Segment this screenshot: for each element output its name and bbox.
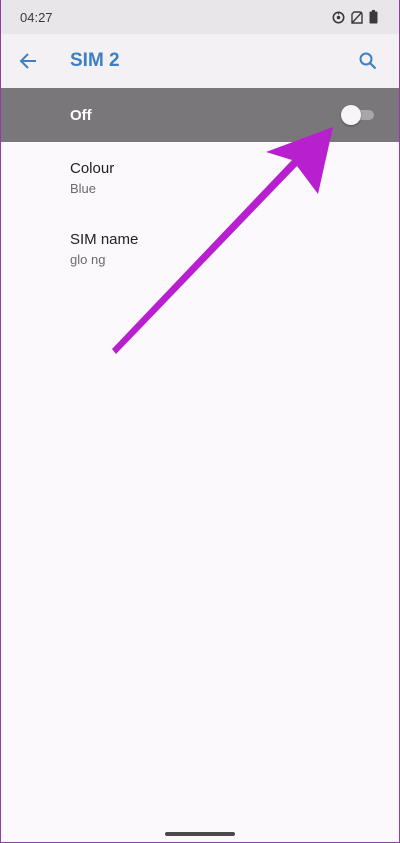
no-sim-icon	[351, 10, 363, 24]
battery-icon	[369, 10, 378, 24]
pref-colour[interactable]: Colour Blue	[70, 160, 370, 196]
toggle-label: Off	[70, 106, 92, 124]
back-arrow-icon	[19, 53, 36, 69]
page-title: SIM 2	[70, 50, 120, 71]
gesture-nav-handle[interactable]	[165, 832, 235, 836]
app-bar: SIM 2	[0, 34, 400, 88]
pref-sim-name[interactable]: SIM name glo ng	[70, 231, 370, 267]
pref-colour-title: Colour	[70, 160, 115, 177]
status-bar: 04:27	[0, 0, 400, 34]
back-button[interactable]	[0, 34, 56, 88]
search-icon	[359, 52, 377, 70]
pref-sim-name-title: SIM name	[70, 231, 139, 248]
search-button[interactable]	[344, 34, 392, 88]
vpn-key-icon	[332, 11, 345, 23]
switch-thumb	[341, 105, 361, 125]
sim-enable-toggle-row[interactable]: Off	[0, 88, 400, 142]
status-icons	[332, 10, 378, 24]
pref-colour-value: Blue	[70, 181, 97, 196]
pref-sim-name-value: glo ng	[70, 252, 106, 267]
sim-enable-switch[interactable]	[341, 105, 375, 125]
status-time: 04:27	[20, 9, 53, 25]
